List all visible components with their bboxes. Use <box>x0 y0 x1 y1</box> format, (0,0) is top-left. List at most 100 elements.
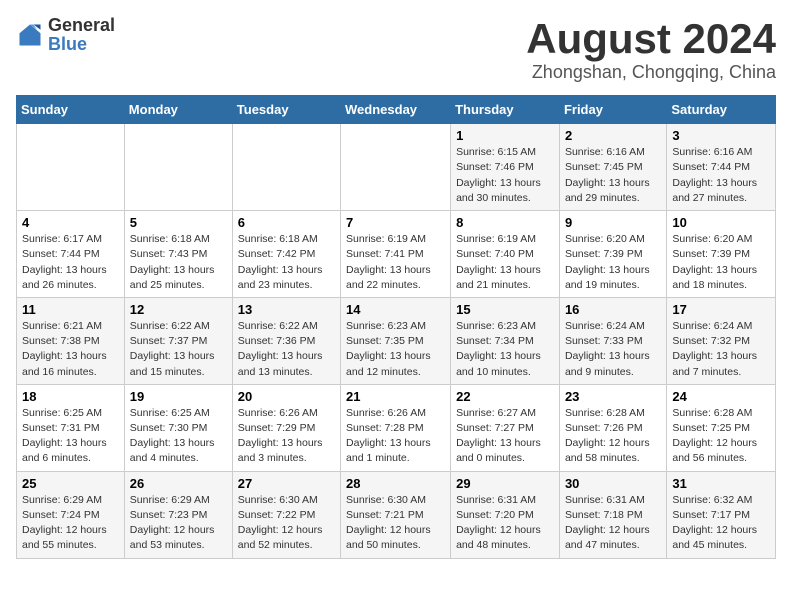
day-info: Sunrise: 6:27 AMSunset: 7:27 PMDaylight:… <box>456 406 554 467</box>
weekday-header: Sunday <box>17 96 125 124</box>
day-number: 2 <box>565 128 661 143</box>
calendar-cell: 10Sunrise: 6:20 AMSunset: 7:39 PMDayligh… <box>667 211 776 298</box>
calendar-cell: 2 Sunrise: 6:16 AMSunset: 7:45 PMDaylight… <box>559 124 666 211</box>
day-info: Sunrise: 6:32 AMSunset: 7:17 PMDaylight:… <box>672 493 770 554</box>
logo-text: General Blue <box>48 16 115 54</box>
title-area: August 2024 Zhongshan, Chongqing, China <box>526 16 776 83</box>
day-info: Sunrise: 6:22 AMSunset: 7:37 PMDaylight:… <box>130 319 227 380</box>
calendar-cell: 13 Sunrise: 6:22 AMSunset: 7:36 PMDayligh… <box>232 297 340 384</box>
day-info: Sunrise: 6:18 AMSunset: 7:43 PMDaylight:… <box>130 232 227 293</box>
day-number: 15 <box>456 302 554 317</box>
day-number: 22 <box>456 389 554 404</box>
day-number: 8 <box>456 215 554 230</box>
header: General Blue August 2024 Zhongshan, Chon… <box>16 16 776 83</box>
day-number: 21 <box>346 389 445 404</box>
day-number: 1 <box>456 128 554 143</box>
day-number: 25 <box>22 476 119 491</box>
calendar-cell: 8Sunrise: 6:19 AMSunset: 7:40 PMDaylight… <box>451 211 560 298</box>
calendar-cell: 11 Sunrise: 6:21 AMSunset: 7:38 PMDayligh… <box>17 297 125 384</box>
calendar-cell: 12 Sunrise: 6:22 AMSunset: 7:37 PMDayligh… <box>124 297 232 384</box>
day-info: Sunrise: 6:31 AMSunset: 7:20 PMDaylight:… <box>456 493 554 554</box>
calendar-table: SundayMondayTuesdayWednesdayThursdayFrid… <box>16 95 776 558</box>
logo: General Blue <box>16 16 115 54</box>
day-info: Sunrise: 6:16 AMSunset: 7:44 PMDaylight:… <box>672 145 770 206</box>
calendar-cell: 14 Sunrise: 6:23 AMSunset: 7:35 PMDayligh… <box>341 297 451 384</box>
day-info: Sunrise: 6:30 AMSunset: 7:21 PMDaylight:… <box>346 493 445 554</box>
calendar-cell: 25 Sunrise: 6:29 AMSunset: 7:24 PMDayligh… <box>17 471 125 558</box>
logo-icon <box>16 21 44 49</box>
calendar-week-row: 18Sunrise: 6:25 AMSunset: 7:31 PMDayligh… <box>17 384 776 471</box>
day-number: 31 <box>672 476 770 491</box>
day-number: 9 <box>565 215 661 230</box>
day-info: Sunrise: 6:25 AMSunset: 7:30 PMDaylight:… <box>130 406 227 467</box>
weekday-header: Tuesday <box>232 96 340 124</box>
calendar-cell: 15 Sunrise: 6:23 AMSunset: 7:34 PMDayligh… <box>451 297 560 384</box>
calendar-cell: 21 Sunrise: 6:26 AMSunset: 7:28 PMDayligh… <box>341 384 451 471</box>
day-info: Sunrise: 6:23 AMSunset: 7:34 PMDaylight:… <box>456 319 554 380</box>
calendar-cell: 23 Sunrise: 6:28 AMSunset: 7:26 PMDayligh… <box>559 384 666 471</box>
day-info: Sunrise: 6:25 AMSunset: 7:31 PMDaylight:… <box>22 406 119 467</box>
day-number: 11 <box>22 302 119 317</box>
calendar-cell: 1 Sunrise: 6:15 AMSunset: 7:46 PMDaylight… <box>451 124 560 211</box>
day-info: Sunrise: 6:16 AMSunset: 7:45 PMDaylight:… <box>565 145 661 206</box>
day-number: 19 <box>130 389 227 404</box>
day-number: 14 <box>346 302 445 317</box>
day-info: Sunrise: 6:19 AMSunset: 7:41 PMDaylight:… <box>346 232 445 293</box>
day-number: 28 <box>346 476 445 491</box>
weekday-header-row: SundayMondayTuesdayWednesdayThursdayFrid… <box>17 96 776 124</box>
month-title: August 2024 <box>526 16 776 62</box>
calendar-cell <box>232 124 340 211</box>
day-info: Sunrise: 6:24 AMSunset: 7:32 PMDaylight:… <box>672 319 770 380</box>
day-info: Sunrise: 6:28 AMSunset: 7:26 PMDaylight:… <box>565 406 661 467</box>
day-number: 23 <box>565 389 661 404</box>
day-number: 3 <box>672 128 770 143</box>
day-number: 26 <box>130 476 227 491</box>
calendar-cell: 20Sunrise: 6:26 AMSunset: 7:29 PMDayligh… <box>232 384 340 471</box>
calendar-cell: 16Sunrise: 6:24 AMSunset: 7:33 PMDayligh… <box>559 297 666 384</box>
day-number: 6 <box>238 215 335 230</box>
day-info: Sunrise: 6:26 AMSunset: 7:28 PMDaylight:… <box>346 406 445 467</box>
location-title: Zhongshan, Chongqing, China <box>526 62 776 83</box>
calendar-cell: 19 Sunrise: 6:25 AMSunset: 7:30 PMDayligh… <box>124 384 232 471</box>
calendar-cell: 3 Sunrise: 6:16 AMSunset: 7:44 PMDaylight… <box>667 124 776 211</box>
calendar-week-row: 25 Sunrise: 6:29 AMSunset: 7:24 PMDayligh… <box>17 471 776 558</box>
day-info: Sunrise: 6:28 AMSunset: 7:25 PMDaylight:… <box>672 406 770 467</box>
calendar-cell <box>341 124 451 211</box>
day-number: 12 <box>130 302 227 317</box>
day-number: 24 <box>672 389 770 404</box>
calendar-cell: 22 Sunrise: 6:27 AMSunset: 7:27 PMDayligh… <box>451 384 560 471</box>
calendar-cell: 17Sunrise: 6:24 AMSunset: 7:32 PMDayligh… <box>667 297 776 384</box>
day-info: Sunrise: 6:23 AMSunset: 7:35 PMDaylight:… <box>346 319 445 380</box>
calendar-cell: 7 Sunrise: 6:19 AMSunset: 7:41 PMDaylight… <box>341 211 451 298</box>
calendar-cell: 6Sunrise: 6:18 AMSunset: 7:42 PMDaylight… <box>232 211 340 298</box>
day-number: 30 <box>565 476 661 491</box>
calendar-cell: 5Sunrise: 6:18 AMSunset: 7:43 PMDaylight… <box>124 211 232 298</box>
weekday-header: Thursday <box>451 96 560 124</box>
day-number: 7 <box>346 215 445 230</box>
calendar-week-row: 4 Sunrise: 6:17 AMSunset: 7:44 PMDaylight… <box>17 211 776 298</box>
calendar-cell: 24 Sunrise: 6:28 AMSunset: 7:25 PMDayligh… <box>667 384 776 471</box>
day-info: Sunrise: 6:21 AMSunset: 7:38 PMDaylight:… <box>22 319 119 380</box>
day-info: Sunrise: 6:31 AMSunset: 7:18 PMDaylight:… <box>565 493 661 554</box>
day-number: 16 <box>565 302 661 317</box>
day-number: 13 <box>238 302 335 317</box>
day-info: Sunrise: 6:17 AMSunset: 7:44 PMDaylight:… <box>22 232 119 293</box>
calendar-week-row: 1 Sunrise: 6:15 AMSunset: 7:46 PMDaylight… <box>17 124 776 211</box>
day-info: Sunrise: 6:20 AMSunset: 7:39 PMDaylight:… <box>565 232 661 293</box>
weekday-header: Saturday <box>667 96 776 124</box>
day-info: Sunrise: 6:30 AMSunset: 7:22 PMDaylight:… <box>238 493 335 554</box>
day-info: Sunrise: 6:29 AMSunset: 7:24 PMDaylight:… <box>22 493 119 554</box>
day-number: 4 <box>22 215 119 230</box>
day-number: 20 <box>238 389 335 404</box>
calendar-cell: 30 Sunrise: 6:31 AMSunset: 7:18 PMDayligh… <box>559 471 666 558</box>
calendar-cell: 31 Sunrise: 6:32 AMSunset: 7:17 PMDayligh… <box>667 471 776 558</box>
day-number: 29 <box>456 476 554 491</box>
calendar-cell: 4 Sunrise: 6:17 AMSunset: 7:44 PMDaylight… <box>17 211 125 298</box>
calendar-cell: 28 Sunrise: 6:30 AMSunset: 7:21 PMDayligh… <box>341 471 451 558</box>
weekday-header: Wednesday <box>341 96 451 124</box>
calendar-cell <box>17 124 125 211</box>
day-info: Sunrise: 6:29 AMSunset: 7:23 PMDaylight:… <box>130 493 227 554</box>
calendar-cell: 26 Sunrise: 6:29 AMSunset: 7:23 PMDayligh… <box>124 471 232 558</box>
day-info: Sunrise: 6:15 AMSunset: 7:46 PMDaylight:… <box>456 145 554 206</box>
day-info: Sunrise: 6:22 AMSunset: 7:36 PMDaylight:… <box>238 319 335 380</box>
